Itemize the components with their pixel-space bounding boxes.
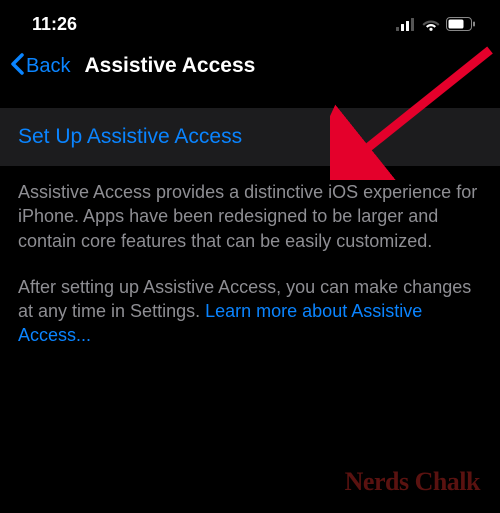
chevron-left-icon: [10, 52, 24, 80]
back-label: Back: [26, 55, 70, 78]
status-icons: [396, 17, 476, 31]
nav-bar: Back Assistive Access: [0, 44, 500, 98]
wifi-icon: [422, 18, 440, 31]
description-paragraph-2: After setting up Assistive Access, you c…: [18, 275, 482, 348]
description-paragraph-1: Assistive Access provides a distinctive …: [18, 180, 482, 253]
setup-assistive-access-row[interactable]: Set Up Assistive Access: [0, 108, 500, 166]
watermark: Nerds Chalk: [345, 467, 480, 497]
back-button[interactable]: Back: [10, 52, 70, 80]
page-title: Assistive Access: [84, 54, 255, 78]
setup-label: Set Up Assistive Access: [18, 125, 242, 148]
description: Assistive Access provides a distinctive …: [0, 166, 500, 348]
cellular-icon: [396, 18, 416, 31]
content: Set Up Assistive Access Assistive Access…: [0, 98, 500, 348]
status-bar: 11:26: [0, 0, 500, 44]
battery-icon: [446, 17, 476, 31]
status-time: 11:26: [32, 14, 77, 35]
